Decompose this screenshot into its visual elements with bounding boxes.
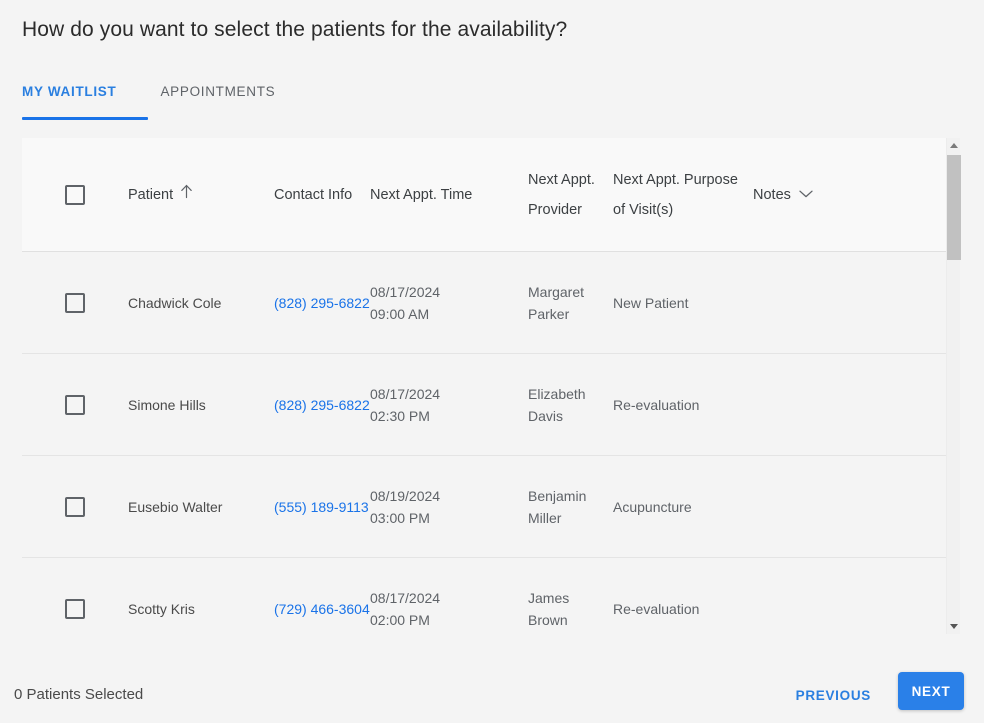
scroll-up-arrow-icon[interactable]	[947, 138, 961, 153]
cell-patient-name: Chadwick Cole	[128, 294, 222, 311]
next-button[interactable]: NEXT	[898, 672, 964, 710]
row-select-cell	[22, 599, 128, 619]
header-cell-select-all	[22, 184, 128, 205]
cell-next-appt-time: 08/17/2024 02:30 PM	[370, 383, 528, 427]
cell-contact-info: (828) 295-6822	[274, 392, 370, 418]
provider-last-name: Davis	[528, 407, 564, 424]
header-cell-contact-info[interactable]: Contact Info	[274, 180, 370, 210]
appt-time: 02:30 PM	[370, 407, 430, 424]
header-cell-next-appt-purpose[interactable]: Next Appt. Purpose of Visit(s)	[613, 165, 753, 225]
select-all-checkbox[interactable]	[65, 184, 85, 205]
appt-date: 08/17/2024	[370, 385, 441, 402]
row-checkbox[interactable]	[65, 599, 85, 619]
phone-link[interactable]: (828) 295-6822	[274, 392, 370, 418]
cell-next-appt-provider: Margaret Parker	[528, 281, 613, 325]
row-checkbox[interactable]	[65, 394, 85, 415]
cell-contact-info: (828) 295-6822	[274, 290, 370, 316]
header-label-patient: Patient	[128, 186, 174, 203]
footer-bar: 0 Patients Selected PREVIOUS	[0, 655, 984, 723]
cell-next-appt-time: 08/17/2024 02:00 PM	[370, 587, 528, 631]
tab-bar: MY WAITLIST APPOINTMENTS	[22, 78, 297, 113]
row-select-cell	[22, 292, 128, 313]
selection-count-label: 0 Patients Selected	[14, 686, 144, 703]
row-select-cell	[22, 394, 128, 415]
scrollbar-thumb[interactable]	[947, 155, 961, 260]
provider-first-name: Elizabeth	[528, 385, 586, 402]
header-label-notes: Notes	[753, 186, 791, 203]
cell-next-appt-time: 08/17/2024 09:00 AM	[370, 281, 528, 325]
previous-button[interactable]: PREVIOUS	[788, 680, 879, 711]
page-title: How do you want to select the patients f…	[22, 18, 568, 41]
tab-my-waitlist[interactable]: MY WAITLIST	[22, 78, 138, 113]
provider-first-name: Benjamin	[528, 487, 587, 504]
appt-time: 02:00 PM	[370, 612, 430, 628]
appt-time: 09:00 AM	[370, 305, 430, 322]
phone-link[interactable]: (729) 466-3604	[274, 596, 370, 622]
active-tab-indicator	[22, 117, 148, 120]
patients-table: Patient Contact Info Next Appt. Time Nex…	[22, 138, 960, 634]
provider-last-name: Brown	[528, 612, 568, 628]
table-row[interactable]: Scotty Kris (729) 466-3604 08/17/2024 02…	[22, 558, 946, 634]
cell-patient-name: Scotty Kris	[128, 601, 195, 617]
header-cell-next-appt-provider[interactable]: Next Appt. Provider	[528, 165, 613, 225]
phone-link[interactable]: (555) 189-9113	[274, 494, 370, 520]
cell-next-appt-time: 08/19/2024 03:00 PM	[370, 485, 528, 529]
appt-date: 08/17/2024	[370, 590, 441, 606]
arrow-up-icon[interactable]	[180, 180, 193, 210]
scroll-down-arrow-icon[interactable]	[947, 619, 961, 634]
header-cell-next-appt-time[interactable]: Next Appt. Time	[370, 180, 528, 210]
table-header-row: Patient Contact Info Next Appt. Time Nex…	[22, 138, 946, 252]
cell-contact-info: (555) 189-9113	[274, 494, 370, 520]
provider-first-name: James	[528, 590, 570, 606]
cell-contact-info: (729) 466-3604	[274, 596, 370, 622]
header-cell-patient[interactable]: Patient	[128, 180, 274, 210]
cell-next-appt-provider: Elizabeth Davis	[528, 383, 613, 427]
table-row[interactable]: Chadwick Cole (828) 295-6822 08/17/2024 …	[22, 252, 946, 354]
provider-last-name: Miller	[528, 509, 562, 526]
appt-date: 08/19/2024	[370, 487, 441, 504]
cell-next-appt-purpose: Re-evaluation	[613, 601, 700, 617]
cell-next-appt-provider: Benjamin Miller	[528, 485, 613, 529]
row-select-cell	[22, 496, 128, 517]
chevron-down-icon[interactable]	[798, 180, 814, 210]
cell-next-appt-purpose: Re-evaluation	[613, 396, 700, 413]
appt-time: 03:00 PM	[370, 509, 430, 526]
provider-last-name: Parker	[528, 305, 570, 322]
cell-next-appt-purpose: Acupuncture	[613, 498, 692, 515]
row-checkbox[interactable]	[65, 292, 85, 313]
cell-next-appt-purpose: New Patient	[613, 294, 689, 311]
cell-next-appt-provider: James Brown	[528, 587, 613, 631]
cell-patient-name: Eusebio Walter	[128, 498, 223, 515]
header-cell-notes[interactable]: Notes	[753, 180, 933, 210]
row-checkbox[interactable]	[65, 496, 85, 517]
appt-date: 08/17/2024	[370, 283, 441, 300]
provider-first-name: Margaret	[528, 283, 585, 300]
table-scrollbar[interactable]	[946, 138, 961, 634]
cell-patient-name: Simone Hills	[128, 396, 206, 413]
table-viewport: Patient Contact Info Next Appt. Time Nex…	[22, 138, 946, 634]
phone-link[interactable]: (828) 295-6822	[274, 290, 370, 316]
tab-appointments[interactable]: APPOINTMENTS	[138, 78, 297, 113]
table-row[interactable]: Eusebio Walter (555) 189-9113 08/19/2024…	[22, 456, 946, 558]
table-row[interactable]: Simone Hills (828) 295-6822 08/17/2024 0…	[22, 354, 946, 456]
